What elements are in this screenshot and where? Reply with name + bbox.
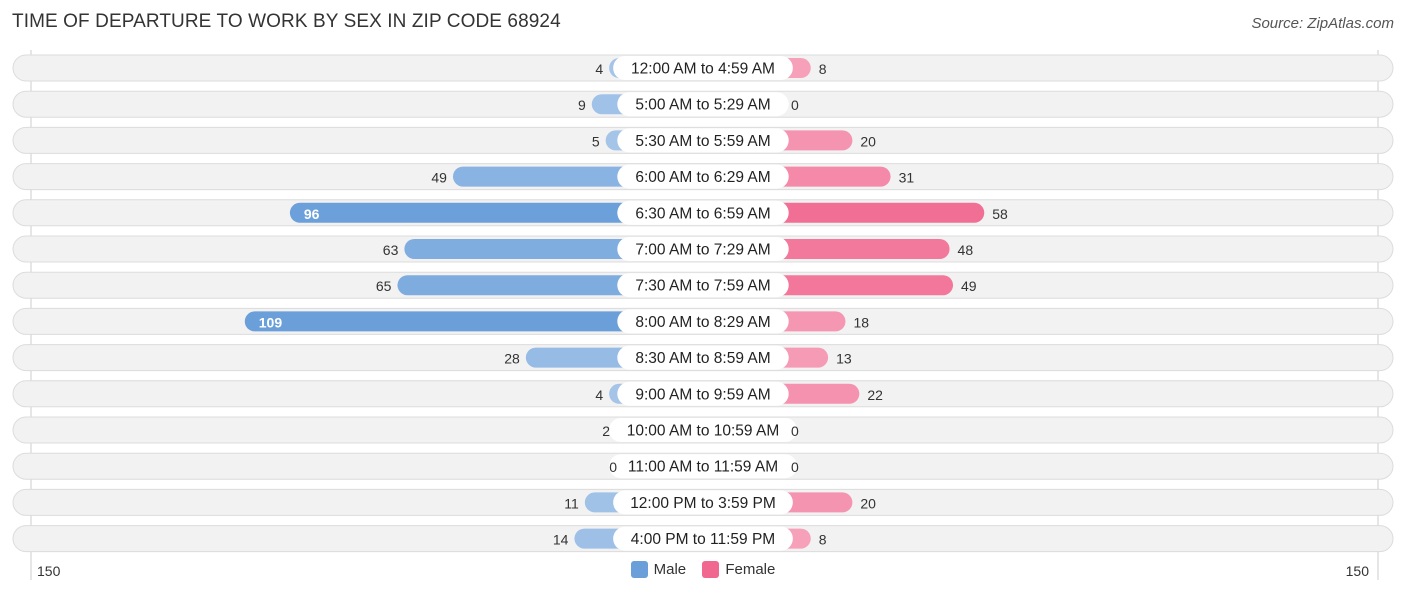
category-label: 7:00 AM to 7:29 AM (635, 242, 770, 259)
category-label: 6:30 AM to 6:59 AM (635, 205, 770, 222)
value-label-female: 13 (836, 351, 852, 367)
chart-row: 10:00 AM to 10:59 AM 2 0 (12, 416, 1394, 444)
chart-rows: 12:00 AM to 4:59 AM4 85:00 AM to 5:29 AM9… (12, 50, 1394, 580)
chart-row: 4:00 PM to 11:59 PM 14 8 (12, 525, 1394, 553)
legend-item-female[interactable]: Female (702, 561, 775, 578)
value-label-female: 58 (992, 206, 1008, 222)
value-label-male: 65 (376, 278, 392, 294)
legend-swatch-male (630, 561, 648, 578)
value-label-male: 11 (564, 495, 579, 511)
value-label-female: 20 (860, 495, 876, 511)
chart-row: 6:00 AM to 6:29 AM 49 31 (12, 163, 1394, 191)
value-label-male: 2 (602, 423, 610, 439)
category-label: 8:30 AM to 8:59 AM (635, 350, 770, 367)
value-label-male: 4 (595, 61, 603, 77)
chart-row: 11:00 AM to 11:59 AM 0 0 (12, 452, 1394, 480)
legend-swatch-female (702, 561, 720, 578)
chart-row: 7:00 AM to 7:29 AM 63 48 (12, 235, 1394, 263)
chart-row: 6:30 AM to 6:59 AM 96 58 (12, 199, 1394, 227)
category-label: 11:00 AM to 11:59 AM (628, 459, 778, 476)
category-label: 5:30 AM to 5:59 AM (635, 133, 770, 150)
category-label: 10:00 AM to 10:59 AM (627, 423, 780, 440)
value-label-male: 14 (553, 532, 569, 548)
chart-row: 12:00 PM to 3:59 PM 11 20 (12, 488, 1394, 516)
category-label: 12:00 PM to 3:59 PM (630, 495, 776, 512)
value-label-male: 4 (595, 387, 603, 403)
value-label-female: 48 (958, 242, 974, 258)
category-label: 9:00 AM to 9:59 AM (635, 386, 770, 403)
value-label-female: 18 (853, 314, 869, 330)
category-label: 4:00 PM to 11:59 PM (631, 531, 775, 548)
value-label-female: 20 (860, 133, 876, 149)
category-label: 7:30 AM to 7:59 AM (635, 278, 770, 295)
chart-row: 5:30 AM to 5:59 AM 5 20 (12, 126, 1394, 154)
value-label-female: 0 (791, 423, 799, 439)
value-label-female: 8 (819, 532, 827, 548)
chart-svg: 12:00 AM to 4:59 AM4 85:00 AM to 5:29 AM9… (12, 50, 1394, 580)
chart-row: 5:00 AM to 5:29 AM 9 0 (12, 90, 1394, 118)
chart-row: 8:00 AM to 8:29 AM 109 18 (12, 307, 1394, 335)
value-label-female: 0 (791, 97, 799, 113)
category-label: 6:00 AM to 6:29 AM (635, 169, 770, 186)
category-label: 12:00 AM to 4:59 AM (631, 61, 775, 78)
chart-row: 8:30 AM to 8:59 AM 28 13 (12, 344, 1394, 372)
value-label-male: 109 (259, 314, 283, 330)
value-label-male: 49 (431, 170, 447, 186)
chart-row: 9:00 AM to 9:59 AM 4 22 (12, 380, 1394, 408)
chart-row: 12:00 AM to 4:59 AM 4 8 (12, 54, 1394, 82)
value-label-male: 5 (592, 133, 600, 149)
value-label-male: 0 (609, 459, 617, 475)
value-label-female: 8 (819, 61, 827, 77)
legend: Male Female (0, 561, 1406, 582)
chart-row: 7:30 AM to 7:59 AM 65 49 (12, 271, 1394, 299)
legend-label-male: Male (653, 561, 687, 578)
category-label: 5:00 AM to 5:29 AM (635, 97, 770, 114)
category-label: 8:00 AM to 8:29 AM (635, 314, 770, 331)
value-label-female: 0 (791, 459, 799, 475)
legend-item-male[interactable]: Male (630, 561, 687, 578)
value-label-female: 31 (899, 170, 915, 186)
legend-label-female: Female (725, 561, 776, 578)
value-label-female: 49 (961, 278, 977, 294)
value-label-female: 22 (867, 387, 883, 403)
value-label-male: 28 (504, 351, 520, 367)
value-label-male: 96 (304, 206, 320, 222)
value-label-male: 63 (383, 242, 399, 258)
value-label-male: 9 (578, 97, 586, 113)
